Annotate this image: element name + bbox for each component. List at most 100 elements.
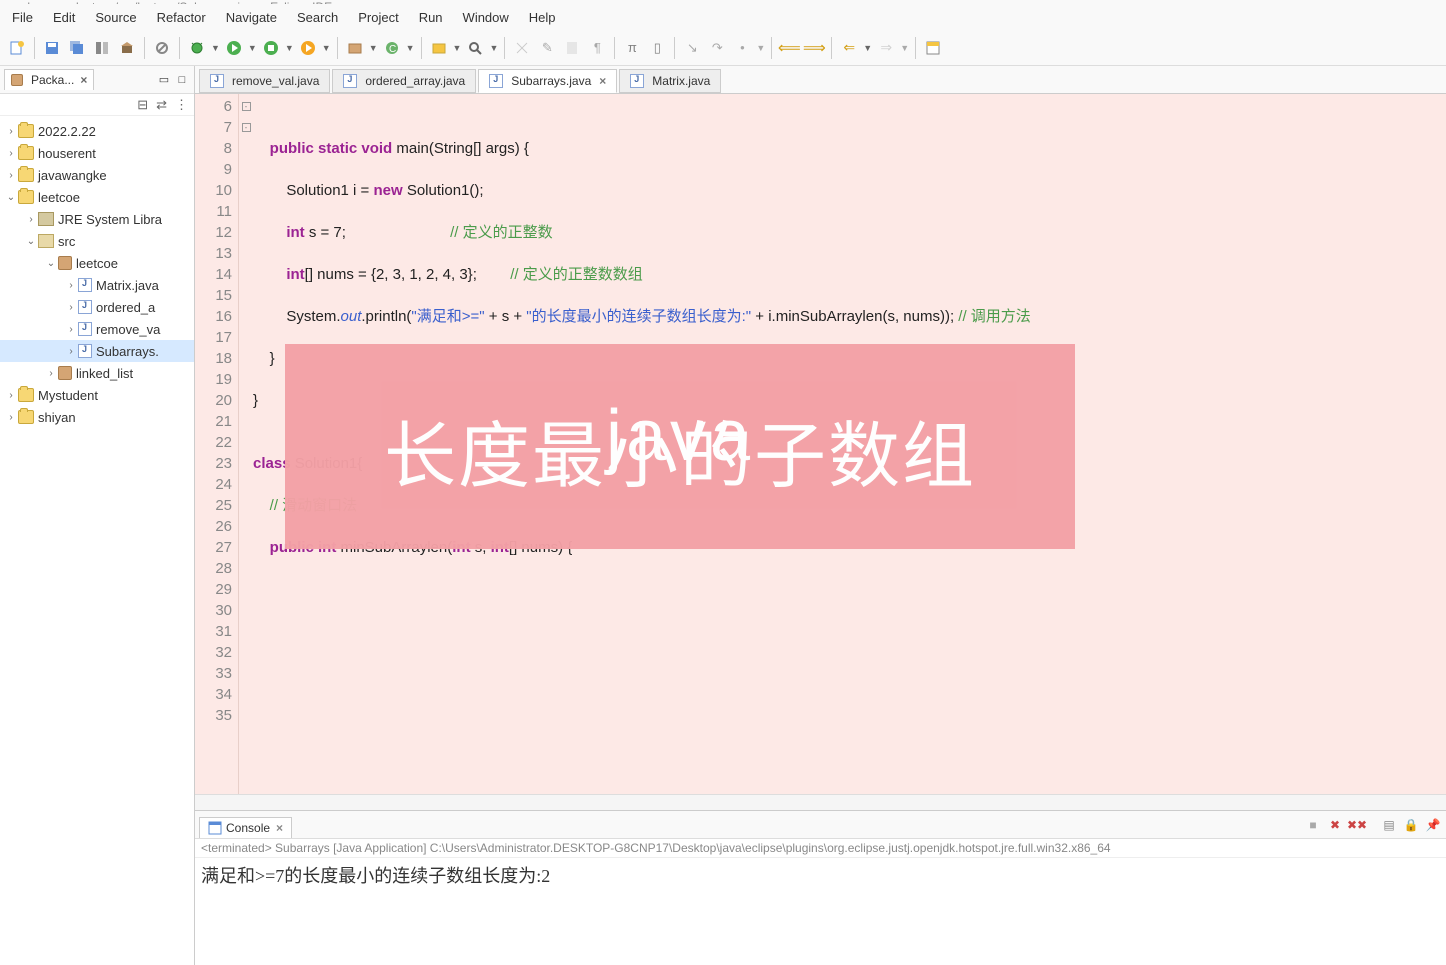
remove-all-icon[interactable]: ✖✖	[1348, 816, 1366, 834]
search-icon[interactable]	[464, 37, 486, 59]
console-tab[interactable]: Console ×	[199, 817, 292, 838]
toggle-icon[interactable]	[91, 37, 113, 59]
minimize-icon[interactable]: ▭	[156, 72, 172, 88]
step-dropdown-icon[interactable]: ▼	[756, 43, 765, 53]
code-area[interactable]: public static void main(String[] args) {…	[253, 94, 1446, 794]
editor-hscroll[interactable]	[195, 794, 1446, 810]
menu-file[interactable]: File	[4, 7, 41, 28]
tree-package[interactable]: ›linked_list	[0, 362, 194, 384]
save-all-icon[interactable]	[66, 37, 88, 59]
dot-icon[interactable]: •	[731, 37, 753, 59]
close-icon[interactable]: ×	[80, 73, 87, 87]
tab-matrix[interactable]: Matrix.java	[619, 69, 721, 93]
tree-src[interactable]: ⌄src	[0, 230, 194, 252]
tree-project-leetcoe[interactable]: ⌄leetcoe	[0, 186, 194, 208]
tree-project[interactable]: ›houserent	[0, 142, 194, 164]
tree-file[interactable]: ›remove_va	[0, 318, 194, 340]
tree-project[interactable]: ›2022.2.22	[0, 120, 194, 142]
pi-icon[interactable]: π	[621, 37, 643, 59]
svg-text:C: C	[389, 44, 396, 55]
nav-back-dropdown-icon[interactable]: ▼	[863, 43, 872, 53]
menu-help[interactable]: Help	[521, 7, 564, 28]
link-editor-icon[interactable]: ⇄	[156, 97, 167, 113]
tab-ordered-array[interactable]: ordered_array.java	[332, 69, 476, 93]
tree-file-active[interactable]: ›Subarrays.	[0, 340, 194, 362]
search-dropdown-icon[interactable]: ▼	[489, 43, 498, 53]
nav-back-icon[interactable]: ⇐	[838, 37, 860, 59]
spacer	[1370, 816, 1376, 834]
console-tab-label: Console	[226, 821, 270, 835]
new-dropdown-icon[interactable]: ▼	[369, 43, 378, 53]
new-package-icon[interactable]	[344, 37, 366, 59]
run-last-icon[interactable]	[297, 37, 319, 59]
menu-navigate[interactable]: Navigate	[218, 7, 285, 28]
new-icon[interactable]	[6, 37, 28, 59]
terminate-icon[interactable]: ■	[1304, 816, 1322, 834]
menu-search[interactable]: Search	[289, 7, 346, 28]
run-dropdown-icon[interactable]: ▼	[248, 43, 257, 53]
code-editor[interactable]: 6789101112131415161718192021222324252627…	[195, 94, 1446, 794]
debug-icon[interactable]	[186, 37, 208, 59]
menu-run[interactable]: Run	[411, 7, 451, 28]
paste-icon[interactable]	[561, 37, 583, 59]
coverage-icon[interactable]	[260, 37, 282, 59]
tree-project[interactable]: ›javawangke	[0, 164, 194, 186]
open-dropdown-icon[interactable]: ▼	[453, 43, 462, 53]
step-in-icon[interactable]: ↘	[681, 37, 703, 59]
code-text: System.	[253, 308, 341, 325]
perspective-icon[interactable]	[922, 37, 944, 59]
mark-icon[interactable]: ¶	[586, 37, 608, 59]
collapse-all-icon[interactable]: ⊟	[137, 97, 148, 113]
menu-project[interactable]: Project	[350, 7, 406, 28]
package-tree[interactable]: ›2022.2.22 ›houserent ›javawangke ⌄leetc…	[0, 116, 194, 965]
tab-label: ordered_array.java	[365, 74, 465, 88]
clear-icon[interactable]: ▤	[1380, 816, 1398, 834]
new-class-dropdown-icon[interactable]: ▼	[406, 43, 415, 53]
nav-fwd-dropdown-icon[interactable]: ▼	[900, 43, 909, 53]
tree-project[interactable]: ›Mystudent	[0, 384, 194, 406]
scroll-lock-icon[interactable]: 🔒	[1402, 816, 1420, 834]
tree-project[interactable]: ›shiyan	[0, 406, 194, 428]
open-type-icon[interactable]	[428, 37, 450, 59]
tree-file[interactable]: ›ordered_a	[0, 296, 194, 318]
debug-dropdown-icon[interactable]: ▼	[211, 43, 220, 53]
wand-icon[interactable]: ✎	[536, 37, 558, 59]
menu-edit[interactable]: Edit	[45, 7, 83, 28]
remove-terminated-icon[interactable]: ✖	[1326, 816, 1344, 834]
code-text: Solution1();	[403, 182, 484, 199]
cut-icon[interactable]	[511, 37, 533, 59]
view-menu-icon[interactable]: ⋮	[175, 97, 188, 113]
package-explorer-tab[interactable]: Packa... ×	[4, 69, 94, 90]
new-class-icon[interactable]: C	[381, 37, 403, 59]
package-tab-label: Packa...	[31, 73, 74, 87]
forward-icon[interactable]: ⟹	[803, 37, 825, 59]
ext-dropdown-icon[interactable]: ▼	[322, 43, 331, 53]
maximize-icon[interactable]: □	[174, 72, 190, 88]
save-icon[interactable]	[41, 37, 63, 59]
tab-subarrays[interactable]: Subarrays.java×	[478, 69, 617, 93]
run-icon[interactable]	[223, 37, 245, 59]
tag-icon[interactable]: ▯	[646, 37, 668, 59]
nav-forward-icon[interactable]: ⇒	[875, 37, 897, 59]
console-output[interactable]: 满足和>=7的长度最小的连续子数组长度为:2	[195, 858, 1446, 965]
tree-file[interactable]: ›Matrix.java	[0, 274, 194, 296]
skip-breakpoints-icon[interactable]	[151, 37, 173, 59]
close-icon[interactable]: ×	[276, 821, 283, 835]
toolbar-sep	[337, 37, 338, 59]
tree-jre[interactable]: ›JRE System Libra	[0, 208, 194, 230]
coverage-dropdown-icon[interactable]: ▼	[285, 43, 294, 53]
tree-label: leetcoe	[38, 190, 80, 205]
tree-package[interactable]: ⌄leetcoe	[0, 252, 194, 274]
tab-label: remove_val.java	[232, 74, 319, 88]
pin-icon[interactable]: 📌	[1424, 816, 1442, 834]
menu-refactor[interactable]: Refactor	[149, 7, 214, 28]
tab-remove-val[interactable]: remove_val.java	[199, 69, 330, 93]
menu-source[interactable]: Source	[87, 7, 144, 28]
folder-icon	[18, 146, 34, 160]
back-icon[interactable]: ⟸	[778, 37, 800, 59]
menu-window[interactable]: Window	[455, 7, 517, 28]
method: minSubArraylen	[776, 308, 883, 325]
close-icon[interactable]: ×	[599, 74, 606, 88]
build-icon[interactable]	[116, 37, 138, 59]
step-over-icon[interactable]: ↷	[706, 37, 728, 59]
